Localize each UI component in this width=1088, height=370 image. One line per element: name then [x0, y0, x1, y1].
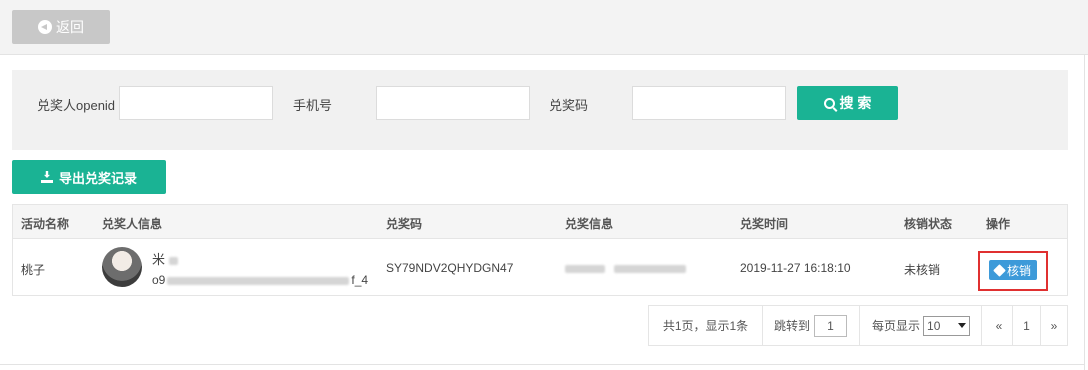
tag-icon: [993, 263, 1006, 277]
frame-border-bottom: [0, 364, 1085, 365]
table-header: 活动名称 兑奖人信息 兑奖码 兑奖信息 兑奖时间 核销状态 操作: [13, 205, 1067, 239]
redacted-block: [168, 256, 178, 265]
export-records-button[interactable]: 导出兑奖记录: [12, 160, 166, 194]
cell-code: SY79NDV2QHYDGN47: [386, 261, 514, 275]
verify-button[interactable]: 核销: [989, 260, 1037, 280]
redacted-block: [565, 264, 605, 273]
export-label: 导出兑奖记录: [58, 170, 137, 186]
openid-input[interactable]: [119, 86, 273, 120]
verify-highlight-box: 核销: [978, 251, 1048, 291]
verify-label: 核销: [1006, 263, 1031, 278]
current-page-button[interactable]: 1: [1013, 306, 1041, 345]
code-input[interactable]: [632, 86, 786, 120]
cell-winner-name: 米: [152, 249, 178, 268]
redacted-block: [614, 264, 687, 273]
pagination: 共1页，显示1条 跳转到 1 每页显示 10 « 1 »: [648, 305, 1068, 346]
chevron-down-icon: [958, 323, 967, 328]
search-icon: [823, 97, 835, 109]
jump-label: 跳转到: [774, 319, 811, 333]
header-winner: 兑奖人信息: [102, 217, 163, 231]
header-prize-info: 兑奖信息: [565, 217, 614, 231]
search-button[interactable]: 搜 索: [797, 86, 898, 120]
cell-winner-openid: o9 f_4: [152, 273, 368, 287]
header-activity: 活动名称: [21, 217, 70, 231]
openid-suffix: f_4: [351, 273, 369, 287]
header-status: 核销状态: [904, 217, 953, 231]
prev-page-button[interactable]: «: [986, 306, 1013, 345]
phone-input[interactable]: [376, 86, 530, 120]
openid-prefix: o9: [152, 273, 166, 287]
records-table: 活动名称 兑奖人信息 兑奖码 兑奖信息 兑奖时间 核销状态 操作 桃子 米 o9…: [12, 204, 1068, 296]
pager-summary: 共1页，显示1条: [649, 306, 763, 345]
frame-border-right: [1084, 55, 1085, 370]
arrow-left-circle-icon: [38, 20, 52, 34]
header-time: 兑奖时间: [740, 217, 789, 231]
phone-label: 手机号: [293, 98, 333, 113]
avatar: [102, 247, 142, 287]
header-code: 兑奖码: [386, 217, 423, 231]
winner-name: 米: [152, 252, 166, 267]
per-page-value: 10: [927, 318, 941, 333]
pager-per-page: 每页显示 10: [860, 306, 982, 345]
cell-time: 2019-11-27 16:18:10: [740, 261, 851, 275]
search-button-label: 搜 索: [839, 95, 872, 111]
per-page-label: 每页显示: [872, 319, 921, 333]
pager-jump: 跳转到 1: [763, 306, 860, 345]
top-bar: 返回: [0, 0, 1088, 55]
jump-page-input[interactable]: 1: [814, 314, 848, 337]
per-page-select[interactable]: 10: [923, 315, 971, 336]
redacted-block: [167, 276, 350, 285]
cell-status: 未核销: [904, 263, 941, 277]
back-button[interactable]: 返回: [12, 10, 110, 44]
cell-prize-info: [565, 261, 687, 275]
export-icon: [40, 171, 53, 183]
next-page-button[interactable]: »: [1041, 306, 1067, 345]
search-panel: 兑奖人openid 手机号 兑奖码 搜 索: [12, 70, 1068, 150]
code-label: 兑奖码: [549, 98, 589, 113]
back-label: 返回: [56, 19, 84, 35]
cell-activity: 桃子: [21, 263, 46, 277]
openid-label: 兑奖人openid: [37, 98, 116, 113]
header-action: 操作: [986, 217, 1011, 231]
